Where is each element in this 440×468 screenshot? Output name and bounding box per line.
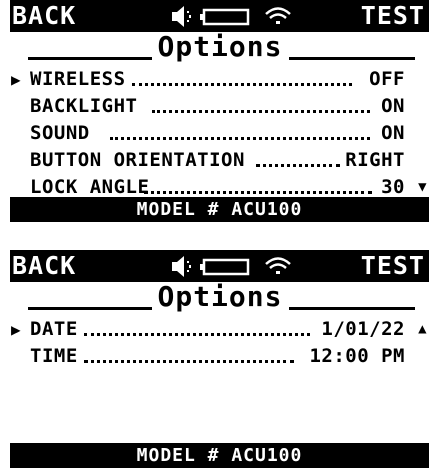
wifi-icon: [265, 7, 291, 24]
selection-cursor-icon: ▶: [11, 320, 22, 339]
status-icons: [172, 6, 291, 27]
menu-item-label: TIME: [30, 345, 78, 367]
leader-dots: [84, 360, 294, 363]
menu-item-value: ON: [381, 95, 405, 117]
leader-dots: [144, 191, 372, 194]
speaker-icon: [172, 256, 191, 277]
back-button[interactable]: BACK: [12, 251, 76, 281]
leader-dots: [152, 110, 370, 113]
menu-item-date[interactable]: ▶ DATE 1/01/22 ▲: [10, 316, 429, 343]
options-menu: ▶ WIRELESS OFF BACKLIGHT ON SOUND ON BUT…: [10, 66, 429, 201]
test-button[interactable]: TEST: [361, 1, 425, 31]
menu-item-label: WIRELESS: [30, 68, 126, 90]
menu-item-wireless[interactable]: ▶ WIRELESS OFF: [10, 66, 429, 93]
options-menu: ▶ DATE 1/01/22 ▲ TIME 12:00 PM: [10, 316, 429, 370]
title-rule-right: [289, 57, 415, 60]
status-bar: BACK TEST: [10, 250, 429, 282]
page-title: Options: [157, 30, 283, 63]
menu-item-sound[interactable]: SOUND ON: [10, 120, 429, 147]
status-icons: [172, 256, 291, 277]
speaker-icon: [172, 6, 191, 27]
menu-item-backlight[interactable]: BACKLIGHT ON: [10, 93, 429, 120]
wifi-icon: [265, 257, 291, 274]
test-button[interactable]: TEST: [361, 251, 425, 281]
leader-dots: [132, 83, 352, 86]
model-footer: MODEL # ACU100: [10, 197, 429, 222]
menu-item-label: DATE: [30, 318, 78, 340]
leader-dots: [256, 164, 340, 167]
scroll-up-icon[interactable]: ▲: [418, 316, 427, 343]
title-row: Options: [10, 280, 429, 316]
menu-item-label: BUTTON ORIENTATION: [30, 149, 245, 171]
model-footer: MODEL # ACU100: [10, 443, 429, 468]
menu-item-label: SOUND: [30, 122, 90, 144]
menu-item-time[interactable]: TIME 12:00 PM: [10, 343, 429, 370]
title-rule-right: [289, 307, 415, 310]
page-title: Options: [157, 280, 283, 313]
menu-item-value: RIGHT: [345, 149, 405, 171]
back-button[interactable]: BACK: [12, 1, 76, 31]
model-number: MODEL # ACU100: [136, 199, 303, 220]
battery-icon: [200, 258, 250, 276]
menu-item-value: 1/01/22: [321, 318, 405, 340]
title-rule-left: [28, 57, 152, 60]
menu-item-value: 12:00 PM: [309, 345, 405, 367]
menu-item-value: ON: [381, 122, 405, 144]
leader-dots: [84, 333, 310, 336]
options-screen-2: BACK TEST Options ▶ DATE 1/01/22 ▲ TIME …: [10, 250, 429, 468]
title-rule-left: [28, 307, 152, 310]
options-screen-1: BACK TEST Options ▶ WIRELESS OFF BACKLIG…: [10, 0, 429, 222]
menu-item-label: BACKLIGHT: [30, 95, 138, 117]
status-bar: BACK TEST: [10, 0, 429, 32]
leader-dots: [110, 137, 370, 140]
battery-icon: [200, 8, 250, 26]
menu-item-button-orientation[interactable]: BUTTON ORIENTATION RIGHT: [10, 147, 429, 174]
title-row: Options: [10, 30, 429, 66]
model-number: MODEL # ACU100: [136, 445, 303, 466]
selection-cursor-icon: ▶: [11, 70, 22, 89]
menu-item-value: OFF: [369, 68, 405, 90]
